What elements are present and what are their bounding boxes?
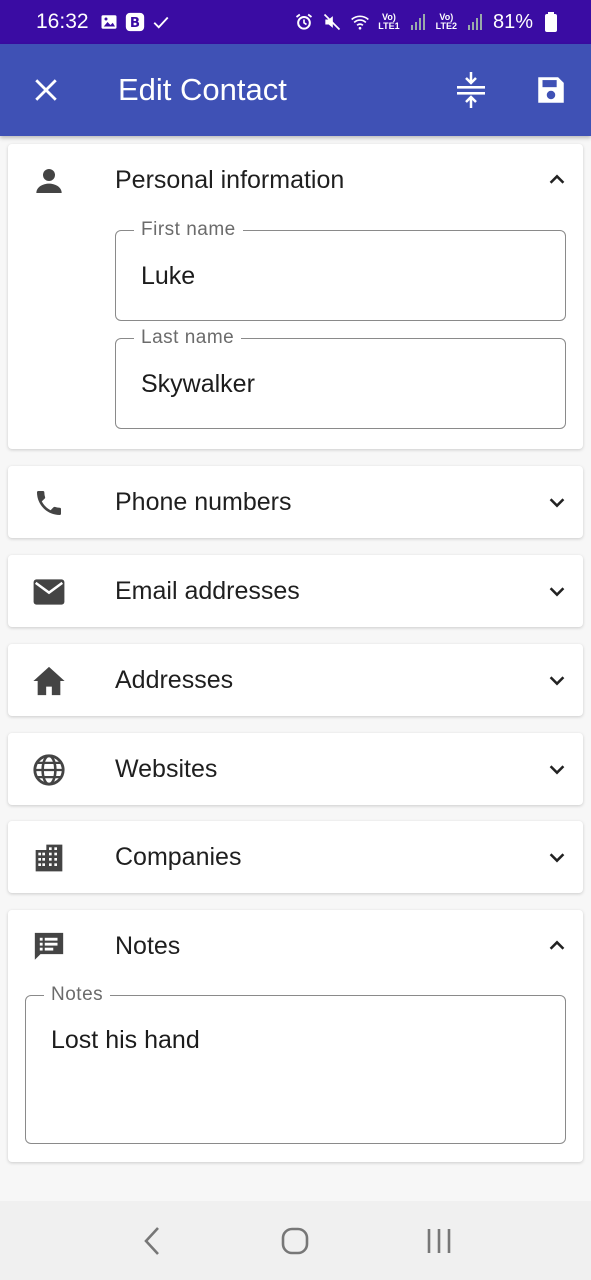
battery-icon bbox=[541, 12, 561, 32]
section-label: Notes bbox=[115, 931, 181, 960]
system-nav-bar bbox=[0, 1201, 591, 1280]
chevron-down-icon bbox=[543, 755, 571, 783]
section-label: Email addresses bbox=[115, 576, 300, 605]
notes-label: Notes bbox=[44, 984, 111, 1006]
close-icon bbox=[35, 79, 57, 101]
signal2-icon bbox=[465, 12, 485, 32]
lte1-indicator: Vo) LTE1 bbox=[378, 12, 400, 31]
chevron-down-icon bbox=[543, 666, 571, 694]
recents-icon bbox=[427, 1228, 451, 1253]
section-label: Phone numbers bbox=[115, 487, 292, 516]
chevron-up-icon bbox=[543, 932, 571, 960]
globe-icon bbox=[30, 751, 68, 789]
page-title: Edit Contact bbox=[118, 72, 287, 107]
last-name-value: Skywalker bbox=[141, 370, 255, 398]
section-websites[interactable]: Websites bbox=[8, 733, 583, 805]
first-name-value: Luke bbox=[141, 262, 196, 290]
wifi-icon bbox=[350, 12, 370, 32]
save-icon bbox=[538, 77, 564, 103]
section-header-notes[interactable]: Notes bbox=[8, 910, 583, 982]
section-header-addresses[interactable]: Addresses bbox=[8, 644, 583, 716]
recents-button[interactable] bbox=[409, 1211, 469, 1271]
back-icon bbox=[144, 1226, 159, 1255]
status-bar: 16:32 B Vo) LTE1 Vo) LTE2 81% bbox=[0, 0, 591, 44]
section-personal-information: Personal information First name Luke Las… bbox=[8, 144, 583, 449]
status-time: 16:32 bbox=[36, 10, 89, 33]
home-icon bbox=[30, 662, 68, 700]
section-label: Companies bbox=[115, 842, 242, 871]
alarm-icon bbox=[294, 12, 314, 32]
collapse-all-button[interactable] bbox=[431, 44, 511, 136]
close-button[interactable] bbox=[0, 44, 92, 136]
first-name-label: First name bbox=[134, 219, 243, 241]
back-button[interactable] bbox=[122, 1211, 182, 1271]
section-header-companies[interactable]: Companies bbox=[8, 821, 583, 893]
mute-icon bbox=[322, 12, 342, 32]
section-phone-numbers[interactable]: Phone numbers bbox=[8, 466, 583, 538]
section-label: Addresses bbox=[115, 665, 234, 694]
check-icon bbox=[151, 12, 171, 32]
home-circle-icon bbox=[282, 1227, 309, 1254]
section-header-emails[interactable]: Email addresses bbox=[8, 555, 583, 627]
notes-icon bbox=[30, 928, 68, 966]
last-name-field[interactable]: Last name Skywalker bbox=[115, 327, 566, 429]
home-button[interactable] bbox=[265, 1211, 325, 1271]
section-addresses[interactable]: Addresses bbox=[8, 644, 583, 716]
first-name-field[interactable]: First name Luke bbox=[115, 219, 566, 321]
last-name-label: Last name bbox=[134, 327, 242, 349]
gallery-icon bbox=[99, 12, 119, 32]
lte2-indicator: Vo) LTE2 bbox=[435, 12, 457, 31]
chevron-down-icon bbox=[543, 577, 571, 605]
section-label: Websites bbox=[115, 754, 218, 783]
chevron-up-icon bbox=[543, 166, 571, 194]
battery-percent: 81% bbox=[492, 10, 533, 33]
section-header-personal[interactable]: Personal information bbox=[8, 144, 583, 216]
section-header-phones[interactable]: Phone numbers bbox=[8, 466, 583, 538]
section-companies[interactable]: Companies bbox=[8, 821, 583, 893]
signal1-icon bbox=[408, 12, 428, 32]
compress-vertical-icon bbox=[457, 72, 485, 108]
section-label: Personal information bbox=[115, 165, 345, 194]
section-notes: Notes Notes Lost his hand bbox=[8, 910, 583, 1162]
save-button[interactable] bbox=[511, 44, 591, 136]
app-bar: Edit Contact bbox=[0, 44, 591, 136]
section-header-websites[interactable]: Websites bbox=[8, 733, 583, 805]
chevron-down-icon bbox=[543, 488, 571, 516]
person-icon bbox=[30, 162, 68, 200]
notes-field[interactable]: Notes Lost his hand bbox=[25, 984, 566, 1144]
notes-value: Lost his hand bbox=[51, 1026, 200, 1054]
svg-text:B: B bbox=[129, 16, 139, 31]
chevron-down-icon bbox=[543, 843, 571, 871]
phone-icon bbox=[30, 484, 68, 522]
email-icon bbox=[30, 573, 68, 611]
section-email-addresses[interactable]: Email addresses bbox=[8, 555, 583, 627]
building-icon bbox=[30, 839, 68, 877]
b-app-icon: B bbox=[125, 12, 145, 32]
